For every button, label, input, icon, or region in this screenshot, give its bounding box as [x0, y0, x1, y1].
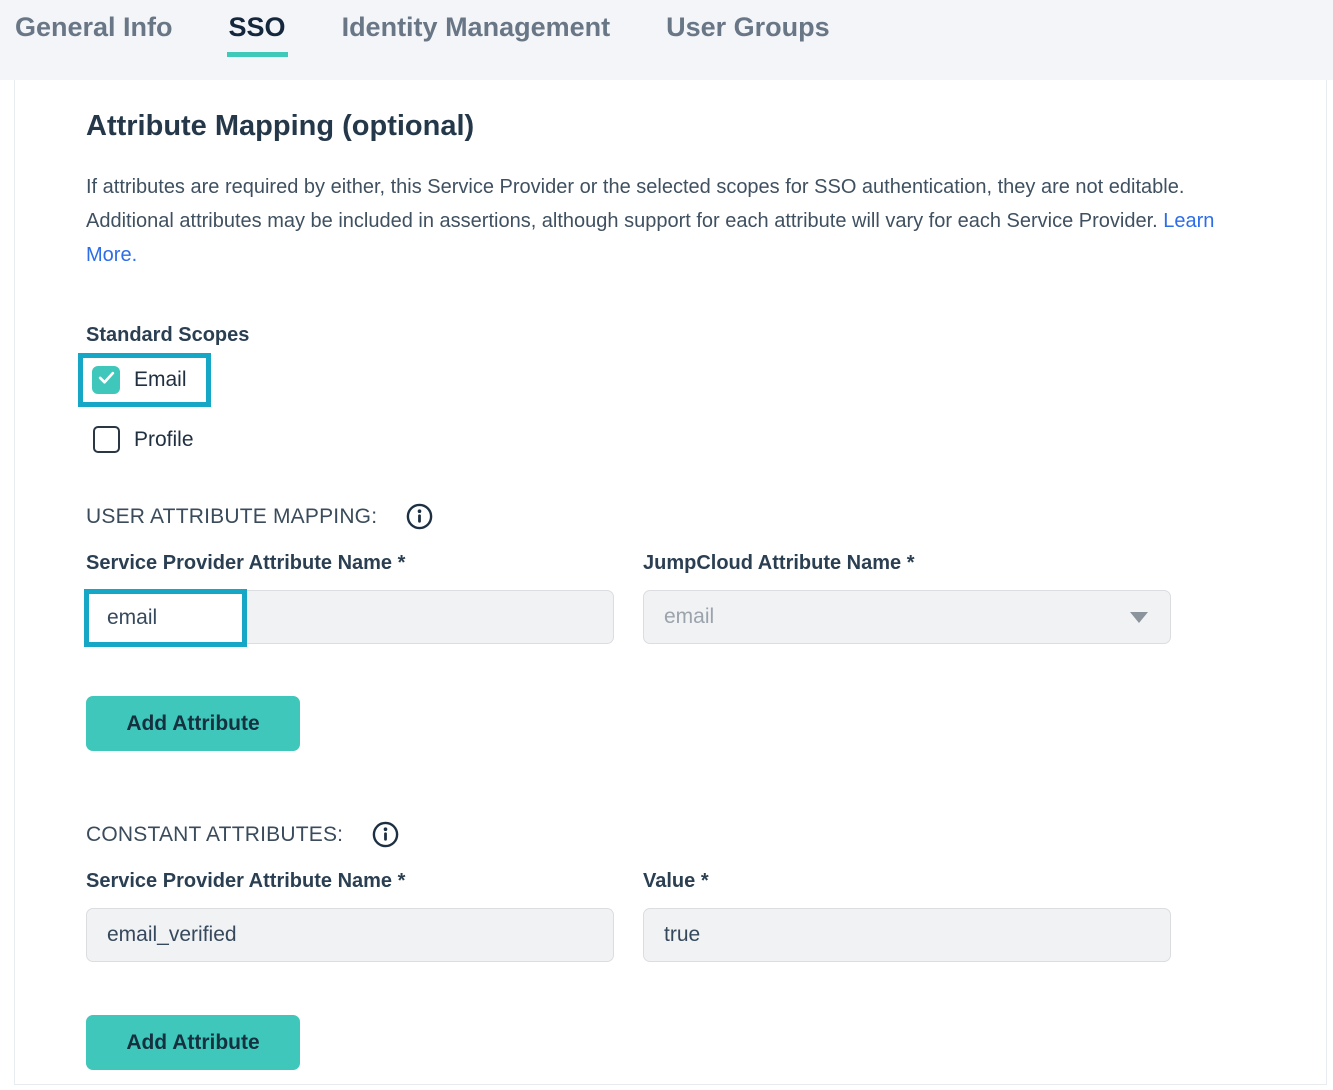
user-attribute-mapping-heading: USER ATTRIBUTE MAPPING:	[86, 505, 377, 529]
email-checkbox-label[interactable]: Email	[134, 368, 187, 392]
profile-checkbox[interactable]	[93, 426, 120, 453]
tab-bar: General Info SSO Identity Management Use…	[0, 0, 1333, 57]
user-attribute-mapping-fields: Service Provider Attribute Name * email …	[86, 552, 1326, 644]
profile-scope-row: Profile	[86, 426, 1326, 453]
standard-scopes-label: Standard Scopes	[86, 324, 1326, 347]
constant-sp-attribute-column: Service Provider Attribute Name * email_…	[86, 870, 614, 962]
constant-attributes-section-header: CONSTANT ATTRIBUTES:	[86, 821, 1326, 848]
jumpcloud-attribute-value: email	[664, 605, 714, 629]
constant-value-value: true	[664, 923, 700, 947]
constant-attributes-fields: Service Provider Attribute Name * email_…	[86, 870, 1326, 962]
tab-general-info[interactable]: General Info	[13, 12, 175, 52]
constant-sp-attribute-name-label: Service Provider Attribute Name *	[86, 870, 614, 893]
constant-sp-attribute-name-input[interactable]: email_verified	[86, 908, 614, 962]
constant-attributes-heading: CONSTANT ATTRIBUTES:	[86, 823, 343, 847]
constant-value-input[interactable]: true	[643, 908, 1171, 962]
sso-settings-panel: Attribute Mapping (optional) If attribut…	[14, 80, 1327, 1085]
info-icon[interactable]	[406, 503, 433, 530]
chevron-down-icon	[1130, 612, 1148, 623]
add-attribute-button-user-mapping[interactable]: Add Attribute	[86, 696, 300, 751]
email-checkbox[interactable]	[92, 366, 120, 394]
checkmark-icon	[97, 368, 116, 392]
tab-bar-background: General Info SSO Identity Management Use…	[0, 0, 1333, 80]
constant-sp-attribute-value: email_verified	[107, 923, 237, 947]
email-scope-row: Email	[86, 353, 1326, 409]
tab-sso[interactable]: SSO	[227, 12, 288, 57]
info-icon[interactable]	[372, 821, 399, 848]
sp-attribute-column: Service Provider Attribute Name * email	[86, 552, 614, 644]
page-title: Attribute Mapping (optional)	[86, 110, 1326, 143]
profile-checkbox-label[interactable]: Profile	[134, 428, 194, 452]
sp-attribute-name-value: email	[107, 606, 157, 630]
email-checkbox-annotation-highlight: Email	[78, 353, 211, 407]
sp-attribute-annotation-highlight: email	[84, 589, 247, 647]
add-attribute-button-constant[interactable]: Add Attribute	[86, 1015, 300, 1070]
constant-value-column: Value * true	[643, 870, 1171, 962]
tab-identity-management[interactable]: Identity Management	[340, 12, 613, 52]
jumpcloud-attribute-name-label: JumpCloud Attribute Name *	[643, 552, 1171, 575]
jumpcloud-attribute-select[interactable]: email	[643, 590, 1171, 644]
user-attribute-mapping-section-header: USER ATTRIBUTE MAPPING:	[86, 503, 1326, 530]
description-body: If attributes are required by either, th…	[86, 176, 1184, 232]
sp-attribute-name-label: Service Provider Attribute Name *	[86, 552, 614, 575]
description-text: If attributes are required by either, th…	[86, 170, 1246, 272]
tab-user-groups[interactable]: User Groups	[664, 12, 832, 52]
sp-attribute-name-input[interactable]: email	[86, 590, 614, 644]
constant-value-label: Value *	[643, 870, 1171, 893]
jc-attribute-column: JumpCloud Attribute Name * email	[643, 552, 1171, 644]
